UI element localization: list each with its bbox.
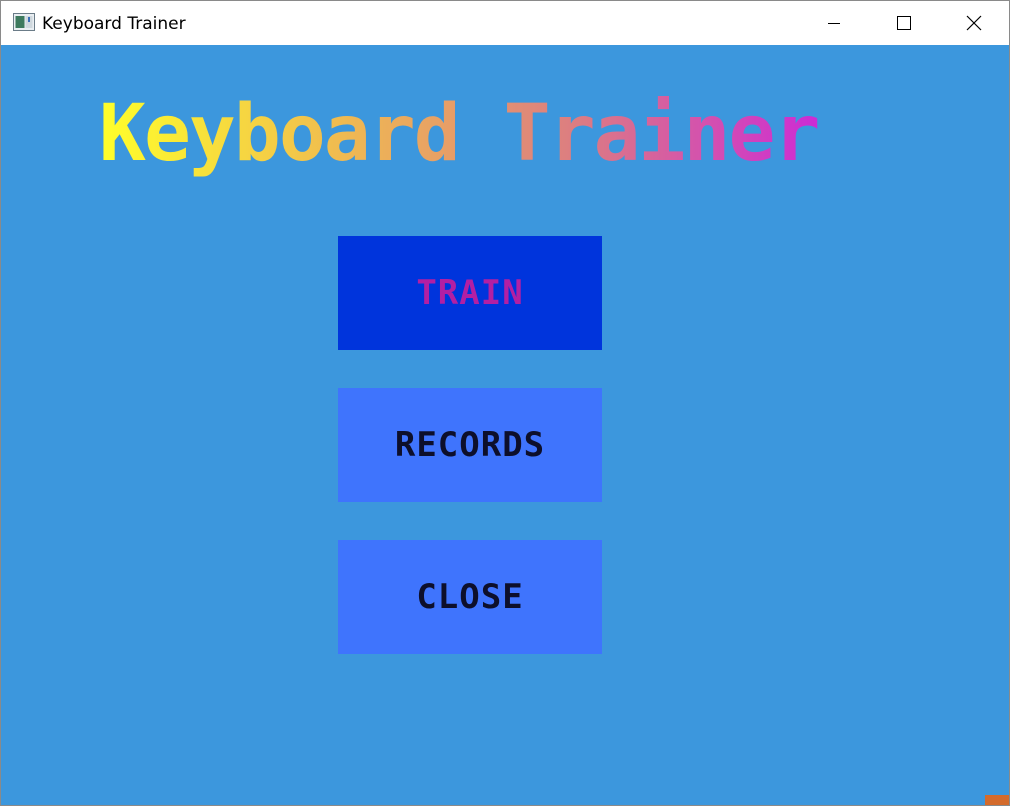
minimize-icon xyxy=(828,23,840,24)
minimize-button[interactable] xyxy=(799,1,869,45)
close-icon xyxy=(966,15,982,31)
close-button[interactable]: CLOSE xyxy=(338,540,602,654)
window-close-button[interactable] xyxy=(939,1,1009,45)
game-canvas: Keyboard Trainer TRAIN RECORDS CLOSE xyxy=(1,45,1009,805)
records-button[interactable]: RECORDS xyxy=(338,388,602,502)
maximize-icon xyxy=(897,16,911,30)
corner-accent xyxy=(985,795,1009,805)
app-window: Keyboard Trainer Keyboard Trainer TRAIN … xyxy=(0,0,1010,806)
train-button-label: TRAIN xyxy=(416,273,524,313)
close-button-label: CLOSE xyxy=(416,577,524,617)
title-bar[interactable]: Keyboard Trainer xyxy=(1,1,1009,45)
game-title: Keyboard Trainer xyxy=(99,89,820,179)
train-button[interactable]: TRAIN xyxy=(338,236,602,350)
maximize-button[interactable] xyxy=(869,1,939,45)
window-title: Keyboard Trainer xyxy=(42,14,186,34)
records-button-label: RECORDS xyxy=(394,425,546,465)
app-icon xyxy=(13,13,35,31)
